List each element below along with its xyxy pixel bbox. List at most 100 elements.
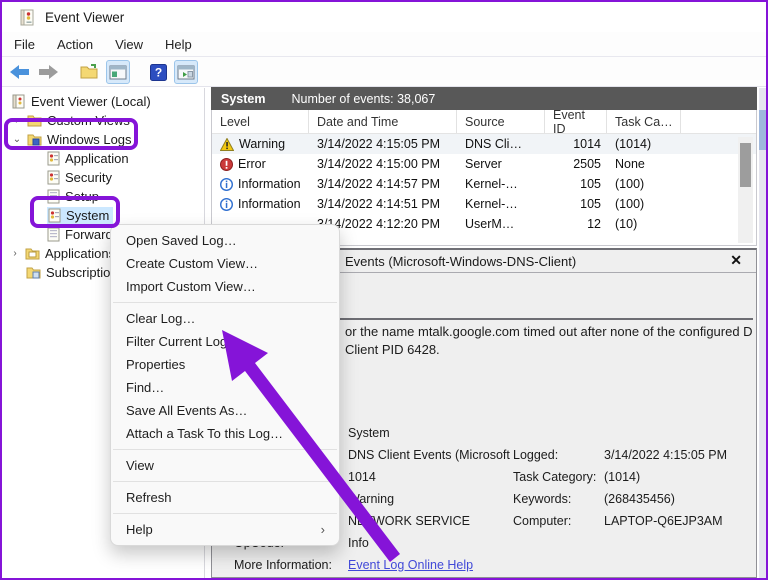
console-window-icon <box>109 65 127 80</box>
table-row[interactable]: Warning 3/14/2022 4:15:05 PM DNS Cli… 10… <box>212 134 756 154</box>
sidebar-item-system[interactable]: System <box>47 206 113 225</box>
selected-highlight: System <box>47 207 113 224</box>
log-file-icon <box>47 227 60 242</box>
table-scrollbar[interactable] <box>738 137 753 243</box>
log-file-icon <box>48 208 61 223</box>
event-description-line2: Client PID 6428. <box>345 342 753 357</box>
help-button[interactable]: ? <box>146 60 170 84</box>
log-name: System <box>221 92 265 106</box>
logged-label: Logged: <box>513 448 558 462</box>
sidebar-item-custom-views[interactable]: › Custom Views <box>12 111 130 130</box>
menu-item-create-custom-view[interactable]: Create Custom View… <box>111 252 339 275</box>
window-title: Event Viewer <box>45 10 124 25</box>
menu-separator <box>113 302 337 303</box>
menu-file[interactable]: File <box>14 37 35 52</box>
user-value: NETWORK SERVICE <box>348 514 518 528</box>
preview-title: Events (Microsoft-Windows-DNS-Client) <box>345 254 576 269</box>
information-icon <box>220 178 233 191</box>
column-event-id[interactable]: Event ID <box>545 110 607 133</box>
menu-action[interactable]: Action <box>57 37 93 52</box>
menu-item-attach-task[interactable]: Attach a Task To this Log… <box>111 422 339 445</box>
menu-item-import-custom-view[interactable]: Import Custom View… <box>111 275 339 298</box>
keywords-label: Keywords: <box>513 492 571 506</box>
keywords-value: (268435456) <box>604 492 675 506</box>
menu-item-filter-current-log[interactable]: Filter Current Log… <box>111 330 339 353</box>
menu-bar: File Action View Help <box>2 32 766 57</box>
log-context-menu: Open Saved Log… Create Custom View… Impo… <box>110 224 340 546</box>
forward-arrow-icon <box>38 65 58 79</box>
table-row[interactable]: Information 3/14/2022 4:14:51 PM Kernel-… <box>212 194 756 214</box>
chevron-right-icon[interactable]: › <box>10 248 20 259</box>
menu-separator <box>113 449 337 450</box>
source-value: DNS Client Events (Microsoft <box>348 448 518 462</box>
toolbar: ? <box>2 57 766 87</box>
event-viewer-app-icon <box>20 9 35 26</box>
menu-item-refresh[interactable]: Refresh <box>111 486 339 509</box>
open-folder-icon <box>80 64 100 80</box>
open-saved-log-button[interactable] <box>78 60 102 84</box>
folder-icon <box>25 247 40 260</box>
menu-separator <box>113 481 337 482</box>
menu-view[interactable]: View <box>115 37 143 52</box>
table-row[interactable]: Error 3/14/2022 4:15:00 PM Server 2505 N… <box>212 154 756 174</box>
column-date-time[interactable]: Date and Time <box>309 110 457 133</box>
scrollbar-thumb[interactable] <box>740 143 751 187</box>
event-viewer-window: Event Viewer File Action View Help ? <box>0 0 768 580</box>
table-header: Level Date and Time Source Event ID Task… <box>212 110 756 134</box>
forward-button[interactable] <box>36 60 60 84</box>
chevron-right-icon[interactable]: › <box>12 115 22 126</box>
menu-item-save-all-events-as[interactable]: Save All Events As… <box>111 399 339 422</box>
sidebar-item-windows-logs[interactable]: ⌄ Windows Logs <box>12 130 132 149</box>
sidebar-item-setup[interactable]: Setup <box>47 187 99 206</box>
action-pane-window-icon <box>177 65 195 80</box>
close-icon[interactable]: ✕ <box>730 252 742 269</box>
event-id-value: 1014 <box>348 470 518 484</box>
task-category-value: (1014) <box>604 470 640 484</box>
submenu-chevron-icon: › <box>321 522 325 537</box>
scrollbar-thumb[interactable] <box>759 110 767 150</box>
task-category-label: Task Category: <box>513 470 596 484</box>
create-custom-view-button[interactable] <box>106 60 130 84</box>
menu-separator <box>113 513 337 514</box>
table-row[interactable]: Information 3/14/2022 4:14:57 PM Kernel-… <box>212 174 756 194</box>
menu-item-properties[interactable]: Properties <box>111 353 339 376</box>
menu-item-open-saved-log[interactable]: Open Saved Log… <box>111 229 339 252</box>
log-file-icon <box>47 189 60 204</box>
opcode-value: Info <box>348 536 518 550</box>
event-count: Number of events: 38,067 <box>291 92 435 106</box>
more-information-label: More Information: <box>234 558 332 572</box>
logged-value: 3/14/2022 4:15:05 PM <box>604 448 727 462</box>
log-header-bar: System Number of events: 38,067 <box>211 87 757 110</box>
sidebar-item-security[interactable]: Security <box>47 168 112 187</box>
show-action-pane-button[interactable] <box>174 60 198 84</box>
help-icon: ? <box>150 64 167 81</box>
column-level[interactable]: Level <box>212 110 309 133</box>
sidebar-item-event-viewer-local[interactable]: Event Viewer (Local) <box>12 92 151 111</box>
menu-item-help[interactable]: Help› <box>111 518 339 541</box>
menu-help[interactable]: Help <box>165 37 192 52</box>
log-file-icon <box>47 151 60 166</box>
level-value: Warning <box>348 492 518 506</box>
error-icon <box>220 158 233 171</box>
log-file-icon <box>47 170 60 185</box>
subscriptions-folder-icon <box>26 266 41 279</box>
window-scrollbar[interactable] <box>759 88 767 578</box>
title-bar: Event Viewer <box>2 2 766 32</box>
back-button[interactable] <box>8 60 32 84</box>
event-log-online-help-link[interactable]: Event Log Online Help <box>348 558 473 572</box>
menu-item-view[interactable]: View› <box>111 454 339 477</box>
submenu-chevron-icon: › <box>321 458 325 473</box>
menu-item-find[interactable]: Find… <box>111 376 339 399</box>
computer-label: Computer: <box>513 514 571 528</box>
folder-icon <box>27 114 42 127</box>
sidebar-item-application[interactable]: Application <box>47 149 129 168</box>
chevron-down-icon[interactable]: ⌄ <box>12 134 22 145</box>
menu-item-clear-log[interactable]: Clear Log… <box>111 307 339 330</box>
computer-value: LAPTOP-Q6EJP3AM <box>604 514 723 528</box>
windows-logs-folder-icon <box>27 133 42 146</box>
event-viewer-root-icon <box>12 94 26 109</box>
back-arrow-icon <box>10 65 30 79</box>
column-source[interactable]: Source <box>457 110 545 133</box>
warning-icon <box>220 138 234 151</box>
column-task-category[interactable]: Task Ca… <box>607 110 681 133</box>
